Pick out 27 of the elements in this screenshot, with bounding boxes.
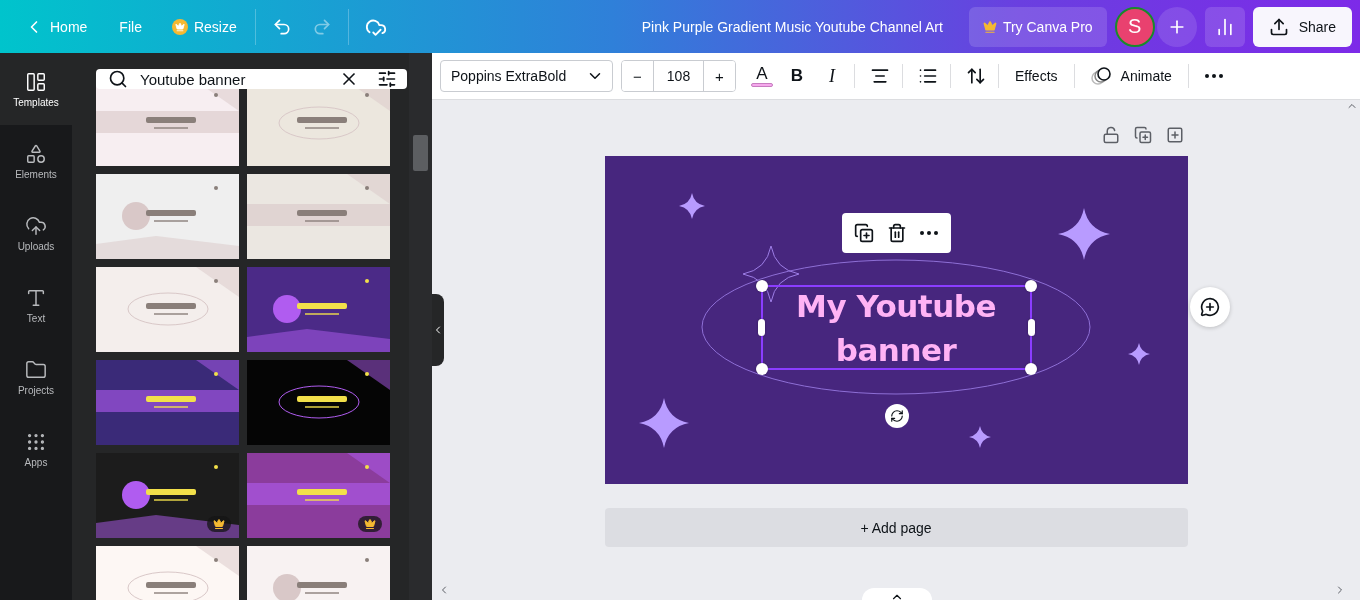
user-avatar[interactable]: S: [1114, 6, 1155, 47]
sidebar-tab[interactable]: Elements: [0, 125, 72, 197]
try-pro-button[interactable]: Try Canva Pro: [968, 6, 1107, 47]
font-size-stepper[interactable]: − 108 +: [621, 60, 736, 92]
sidebar-tab[interactable]: Projects: [0, 341, 72, 413]
bold-button[interactable]: B: [781, 60, 813, 92]
sidebar-tab[interactable]: Templates: [0, 53, 72, 125]
design-canvas[interactable]: My Youtube banner: [604, 156, 1188, 484]
share-button[interactable]: Share: [1252, 6, 1352, 47]
sidebar-tab[interactable]: Uploads: [0, 197, 72, 269]
sidebar-tab-label: Elements: [15, 168, 57, 180]
search-field[interactable]: Youtube banner: [96, 69, 407, 89]
sidebar-tab[interactable]: Apps: [0, 413, 72, 485]
sidebar-tab-label: Templates: [13, 96, 59, 108]
sidebar-tab-label: Uploads: [17, 240, 55, 252]
sidebar-tab[interactable]: Text: [0, 269, 72, 341]
effects-button[interactable]: Effects: [1005, 60, 1068, 92]
document-title[interactable]: Pink Purple Gradient Music Youtube Channel Art: [641, 18, 943, 35]
sidebar-tab-label: Apps: [24, 456, 48, 468]
animate-button[interactable]: Animate: [1080, 60, 1182, 92]
font-dropdown[interactable]: Poppins ExtraBold: [440, 60, 613, 92]
search-input[interactable]: Youtube banner: [138, 69, 329, 89]
sidebar-tab-label: Projects: [17, 384, 55, 396]
italic-button[interactable]: I: [816, 60, 848, 92]
text-color-button[interactable]: A: [746, 60, 778, 92]
sidebar-tab-label: Text: [26, 312, 46, 324]
add-page-button[interactable]: + Add page: [604, 508, 1188, 547]
